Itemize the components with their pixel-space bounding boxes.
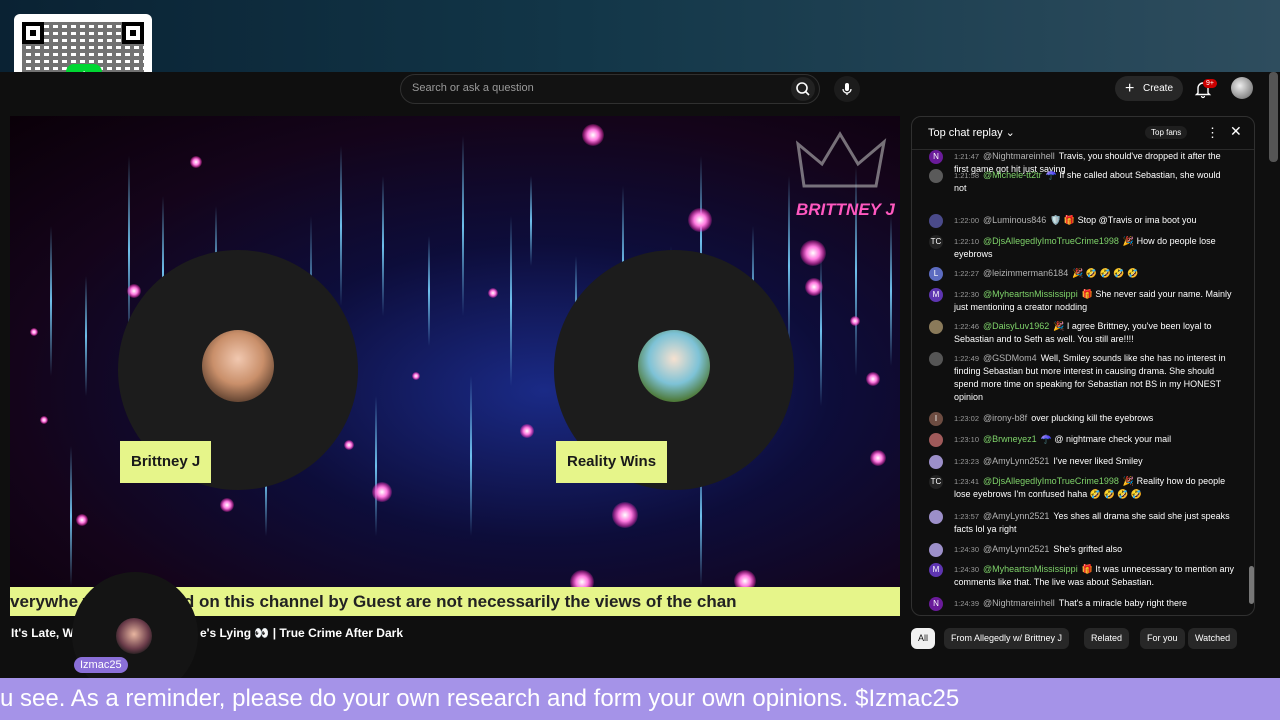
message-timestamp: 1:24:30 xyxy=(954,545,980,554)
guest-2-avatar xyxy=(638,330,710,402)
host-tag: Izmac25 xyxy=(74,657,128,673)
chip-all[interactable]: All xyxy=(911,628,936,649)
author-name[interactable]: @AmyLynn2521 xyxy=(983,544,1049,554)
message-timestamp: 1:22:10 xyxy=(954,237,980,246)
author-avatar[interactable] xyxy=(929,543,943,557)
author-avatar[interactable] xyxy=(929,320,943,334)
guest-2-nameplate: Reality Wins xyxy=(556,441,668,483)
author-name[interactable]: @Nightmareinhell xyxy=(983,598,1055,608)
guest-1-avatar xyxy=(202,330,274,402)
author-avatar[interactable] xyxy=(929,510,943,524)
message-timestamp: 1:24:39 xyxy=(954,599,980,608)
author-avatar[interactable]: N xyxy=(929,597,943,611)
chip-from-allegedly-w-brittney-j[interactable]: From Allegedly w/ Brittney J xyxy=(944,628,1070,649)
author-name[interactable]: @DaisyLuv1962 xyxy=(983,321,1049,331)
author-name[interactable]: @MyheartsnMississippi xyxy=(983,564,1078,574)
video-player[interactable]: BRITTNEY J Brittney J Reality Wins veryw… xyxy=(10,116,900,616)
message-timestamp: 1:22:30 xyxy=(954,290,980,299)
close-icon[interactable]: ✕ xyxy=(1230,123,1242,140)
message-text: That's a miracle baby right there xyxy=(1058,598,1187,608)
message-text: I've never liked Smiley xyxy=(1053,456,1143,466)
message-timestamp: 1:23:57 xyxy=(954,512,980,521)
author-name[interactable]: @DjsAllegedlyImoTrueCrime1998 xyxy=(983,236,1119,246)
bottom-ticker: u see. As a reminder, please do your own… xyxy=(0,678,1280,720)
more-options-icon[interactable]: ⋮ xyxy=(1206,125,1219,141)
message-timestamp: 1:21:58 xyxy=(954,171,980,180)
author-avatar[interactable]: L xyxy=(929,267,943,281)
chat-scroll-thumb[interactable] xyxy=(1249,566,1254,604)
author-avatar[interactable]: M xyxy=(929,563,943,577)
host-avatar xyxy=(116,618,152,654)
account-avatar[interactable] xyxy=(1231,77,1253,99)
author-avatar[interactable]: TC xyxy=(929,235,943,249)
message-text: 🛡️ 🎁 Stop @Travis or ima boot you xyxy=(1050,215,1197,225)
search-placeholder: Search or ask a question xyxy=(412,82,534,94)
message-timestamp: 1:22:27 xyxy=(954,269,980,278)
plus-icon: + xyxy=(1125,80,1135,97)
brand-text: BRITTNEY J xyxy=(796,200,895,219)
author-avatar[interactable] xyxy=(929,455,943,469)
message-timestamp: 1:23:23 xyxy=(954,457,980,466)
search-button[interactable] xyxy=(791,77,815,101)
microphone-icon xyxy=(842,83,852,95)
search-icon xyxy=(796,82,810,96)
voice-search-button[interactable] xyxy=(834,76,860,102)
author-avatar[interactable]: N xyxy=(929,150,943,164)
author-avatar[interactable] xyxy=(929,433,943,447)
page-scrollbar[interactable] xyxy=(1269,72,1278,162)
message-timestamp: 1:21:47 xyxy=(954,152,980,161)
message-timestamp: 1:23:10 xyxy=(954,435,980,444)
video-title-part-2: e's Lying 👀 | True Crime After Dark xyxy=(200,626,403,640)
message-text: over plucking kill the eyebrows xyxy=(1031,413,1154,423)
author-name[interactable]: @Nightmareinhell xyxy=(983,151,1055,161)
chat-header: Top chat replay ⌄ Top fans ⋮ ✕ xyxy=(912,117,1254,150)
author-name[interactable]: @irony-b8f xyxy=(983,413,1027,423)
search-input[interactable]: Search or ask a question xyxy=(400,74,820,104)
message-timestamp: 1:22:49 xyxy=(954,354,980,363)
author-name[interactable]: @MyheartsnMississippi xyxy=(983,289,1078,299)
chip-related[interactable]: Related xyxy=(1084,628,1130,649)
author-name[interactable]: @Luminous846 xyxy=(983,215,1046,225)
live-chat-panel: Top chat replay ⌄ Top fans ⋮ ✕ N 1:21:47 @… xyxy=(911,116,1255,616)
author-name[interactable]: @Brwneyez1 xyxy=(983,434,1037,444)
guest-1-nameplate: Brittney J xyxy=(120,441,212,483)
message-timestamp: 1:23:41 xyxy=(954,477,980,486)
author-name[interactable]: @Michele-tt2tr xyxy=(983,170,1042,180)
video-title-part-1: It's Late, W xyxy=(11,626,74,640)
author-name[interactable]: @leizimmerman6184 xyxy=(983,268,1068,278)
author-name[interactable]: @DjsAllegedlyImoTrueCrime1998 xyxy=(983,476,1119,486)
message-timestamp: 1:23:02 xyxy=(954,414,980,423)
author-avatar[interactable] xyxy=(929,352,943,366)
crown-logo xyxy=(795,131,887,188)
top-fans-button[interactable]: Top fans xyxy=(1145,126,1188,139)
author-name[interactable]: @AmyLynn2521 xyxy=(983,511,1049,521)
author-avatar[interactable]: M xyxy=(929,288,943,302)
chip-watched[interactable]: Watched xyxy=(1188,628,1238,649)
message-text: ☂️ @ nightmare check your mail xyxy=(1040,434,1172,444)
message-text: She's grifted also xyxy=(1053,544,1123,554)
create-label: Create xyxy=(1143,83,1174,94)
message-timestamp: 1:22:00 xyxy=(954,216,980,225)
author-avatar[interactable]: TC xyxy=(929,475,943,489)
create-button[interactable]: + Create xyxy=(1115,76,1183,101)
chat-mode-dropdown[interactable]: Top chat replay ⌄ xyxy=(928,126,1015,139)
message-timestamp: 1:22:46 xyxy=(954,322,980,331)
chat-scroll-track[interactable] xyxy=(1250,150,1254,610)
notification-badge: 9+ xyxy=(1203,79,1217,88)
author-avatar[interactable]: I xyxy=(929,412,943,426)
chip-for-you[interactable]: For you xyxy=(1140,628,1185,649)
message-timestamp: 1:24:30 xyxy=(954,565,980,574)
message-text: 🎉 🤣 🤣 🤣 🤣 xyxy=(1072,268,1139,278)
author-name[interactable]: @AmyLynn2521 xyxy=(983,456,1049,466)
stream-overlay-background xyxy=(0,0,1280,72)
author-avatar[interactable] xyxy=(929,214,943,228)
author-avatar[interactable] xyxy=(929,169,943,183)
author-name[interactable]: @GSDMom4 xyxy=(983,353,1037,363)
